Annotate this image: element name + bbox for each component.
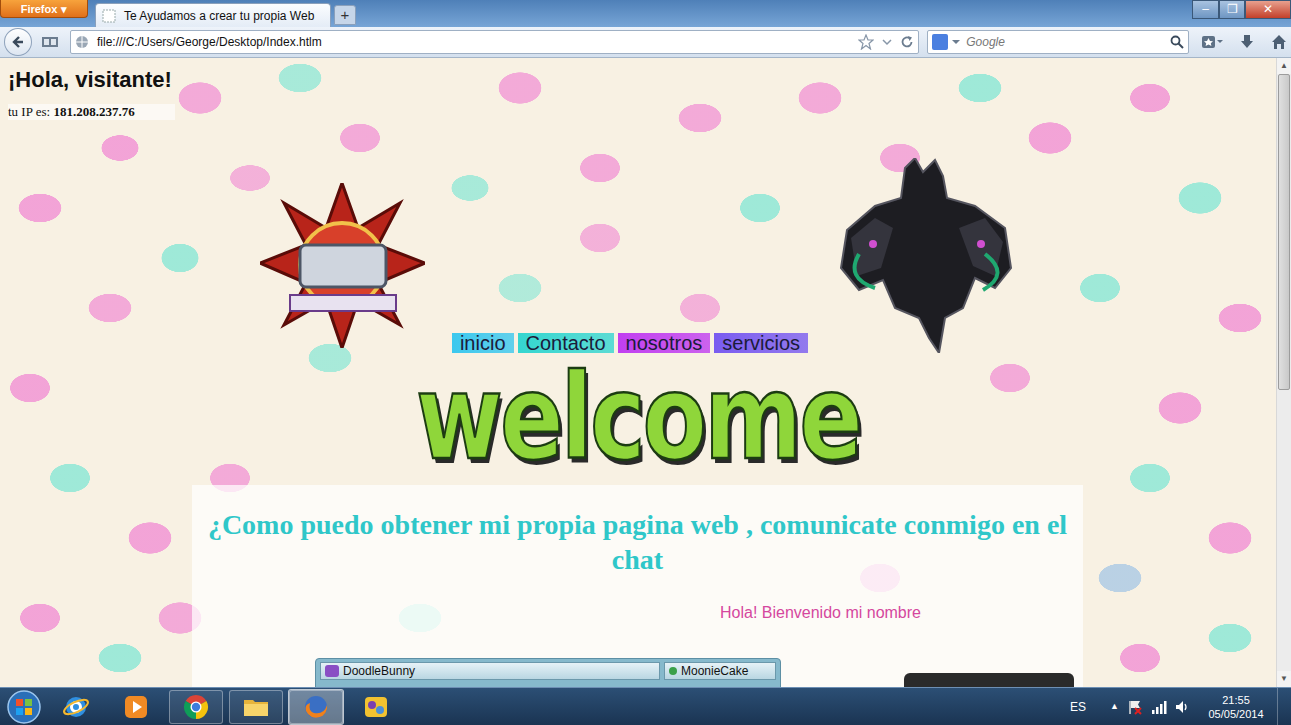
address-text: file:///C:/Users/George/Desktop/Index.ht… bbox=[97, 33, 850, 51]
browser-tab[interactable]: Te Ayudamos a crear tu propia Web bbox=[95, 3, 331, 27]
chat-widget[interactable]: DoodleBunny MoonieCake bbox=[315, 658, 781, 687]
visitor-info: ¡Hola, visitante! tu IP es: 181.208.237.… bbox=[0, 58, 1276, 123]
app-open-frame bbox=[289, 690, 343, 724]
menu-link[interactable]: inicio bbox=[452, 333, 514, 353]
explorer-app-icon bbox=[242, 693, 270, 721]
menu-arrow-icon: ▾ bbox=[61, 1, 67, 17]
maximize-button[interactable]: ❐ bbox=[1219, 0, 1245, 19]
app-open-frame bbox=[49, 690, 103, 724]
scrollbar[interactable]: ▲ ▼ bbox=[1276, 58, 1291, 687]
taskbar-app-button[interactable] bbox=[288, 689, 344, 725]
scroll-thumb[interactable] bbox=[1278, 74, 1290, 390]
firefox-app-icon bbox=[302, 693, 330, 721]
start-button-icon[interactable] bbox=[4, 689, 44, 725]
scroll-track[interactable] bbox=[1277, 74, 1291, 671]
address-bar[interactable]: file:///C:/Users/George/Desktop/Index.ht… bbox=[70, 30, 919, 54]
app-open-frame bbox=[349, 690, 403, 724]
scroll-down-button[interactable]: ▼ bbox=[1277, 671, 1291, 687]
app-app-icon bbox=[362, 693, 390, 721]
taskbar-apps bbox=[48, 689, 404, 725]
chat-user-name: DoodleBunny bbox=[343, 663, 415, 679]
system-tray: ES ▲ 21:55 05/05/2014 bbox=[1070, 688, 1291, 725]
menu-link[interactable]: Contacto bbox=[518, 333, 614, 353]
search-input[interactable] bbox=[964, 32, 1166, 52]
volume-icon[interactable] bbox=[1175, 699, 1191, 715]
globe-icon bbox=[75, 35, 89, 49]
clock-time: 21:55 bbox=[1203, 693, 1269, 707]
scroll-up-button[interactable]: ▲ bbox=[1277, 58, 1291, 74]
media-app-icon bbox=[122, 693, 150, 721]
taskbar: ES ▲ 21:55 05/05/2014 bbox=[0, 687, 1291, 725]
game-logo-icon bbox=[260, 183, 425, 348]
taskbar-app-button[interactable] bbox=[228, 689, 284, 725]
site-menu: inicioContactonosotrosservicios bbox=[0, 333, 1276, 353]
clock-date: 05/05/2014 bbox=[1203, 707, 1269, 721]
welcome-text: welcome bbox=[416, 356, 860, 481]
back-arrow-icon bbox=[10, 34, 26, 50]
taskbar-app-button[interactable] bbox=[168, 689, 224, 725]
tab-strip: Te Ayudamos a crear tu propia Web bbox=[88, 0, 331, 27]
minimize-button[interactable]: – bbox=[1192, 0, 1219, 19]
ip-value: 181.208.237.76 bbox=[53, 104, 134, 119]
chat-user-tab[interactable]: MoonieCake bbox=[664, 662, 776, 680]
bookmark-star-icon[interactable] bbox=[858, 34, 874, 50]
magnifier-icon[interactable] bbox=[1170, 35, 1184, 49]
taskbar-app-button[interactable] bbox=[108, 689, 164, 725]
show-hidden-icons-button[interactable]: ▲ bbox=[1110, 700, 1119, 714]
chrome-app-icon bbox=[182, 693, 210, 721]
dropdown-icon[interactable] bbox=[882, 37, 892, 47]
page-favicon-icon bbox=[102, 9, 116, 23]
firefox-menu-button[interactable]: Firefox ▾ bbox=[0, 0, 88, 18]
tab-label: Te Ayudamos a crear tu propia Web bbox=[124, 7, 314, 25]
page-heading: ¿Como puedo obtener mi propia pagina web… bbox=[204, 507, 1071, 577]
reload-icon[interactable] bbox=[900, 35, 914, 49]
page-viewport: ¡Hola, visitante! tu IP es: 181.208.237.… bbox=[0, 58, 1291, 687]
download-icon[interactable] bbox=[1239, 34, 1255, 50]
close-button[interactable]: ✕ bbox=[1245, 0, 1291, 19]
greeting-title: ¡Hola, visitante! bbox=[8, 66, 1268, 94]
engine-dropdown-icon[interactable] bbox=[952, 38, 960, 46]
navigation-bar: file:///C:/Users/George/Desktop/Index.ht… bbox=[0, 27, 1291, 58]
chat-user-tab[interactable]: DoodleBunny bbox=[320, 662, 660, 680]
back-button[interactable] bbox=[4, 28, 32, 56]
window-controls: –❐✕ bbox=[1192, 0, 1291, 19]
online-status-icon bbox=[669, 667, 677, 675]
clock[interactable]: 21:55 05/05/2014 bbox=[1203, 693, 1269, 721]
taskbar-app-button[interactable] bbox=[348, 689, 404, 725]
ip-line: tu IP es: 181.208.237.76 bbox=[8, 104, 175, 120]
ie-app-icon bbox=[62, 693, 90, 721]
action-center-flag-icon[interactable] bbox=[1127, 699, 1143, 715]
home-icon[interactable] bbox=[1271, 34, 1287, 50]
app-open-frame bbox=[169, 690, 223, 724]
menu-link[interactable]: nosotros bbox=[618, 333, 711, 353]
monster-picture-icon bbox=[835, 158, 1015, 353]
firefox-menu-label: Firefox bbox=[21, 1, 58, 17]
show-desktop-button[interactable] bbox=[1277, 688, 1291, 725]
chat-area: DoodleBunny MoonieCake bbox=[315, 658, 1071, 687]
taskbar-app-button[interactable] bbox=[48, 689, 104, 725]
search-bar[interactable] bbox=[927, 30, 1189, 54]
content-box: ¿Como puedo obtener mi propia pagina web… bbox=[192, 485, 1083, 687]
app-open-frame bbox=[229, 690, 283, 724]
bookmarks-icon[interactable] bbox=[1201, 34, 1223, 50]
title-bar: Firefox ▾ Te Ayudamos a crear tu propia … bbox=[0, 0, 1291, 27]
ip-label: tu IP es: bbox=[8, 104, 50, 119]
avatar-icon bbox=[325, 665, 339, 677]
menu-link[interactable]: servicios bbox=[714, 333, 808, 353]
new-tab-button[interactable]: + bbox=[334, 5, 356, 25]
app-open-frame bbox=[109, 690, 163, 724]
chat-panel bbox=[904, 673, 1074, 687]
google-icon bbox=[932, 34, 948, 50]
hero-images bbox=[0, 123, 1276, 333]
network-icon[interactable] bbox=[1151, 699, 1167, 715]
chat-user-name: MoonieCake bbox=[681, 663, 748, 679]
tab-groups-icon[interactable] bbox=[40, 34, 62, 50]
chat-greeting: Hola! Bienvenido mi nombre bbox=[204, 603, 1071, 623]
welcome-banner: welcome bbox=[0, 353, 1276, 483]
language-indicator[interactable]: ES bbox=[1070, 698, 1086, 716]
web-page: ¡Hola, visitante! tu IP es: 181.208.237.… bbox=[0, 58, 1276, 687]
